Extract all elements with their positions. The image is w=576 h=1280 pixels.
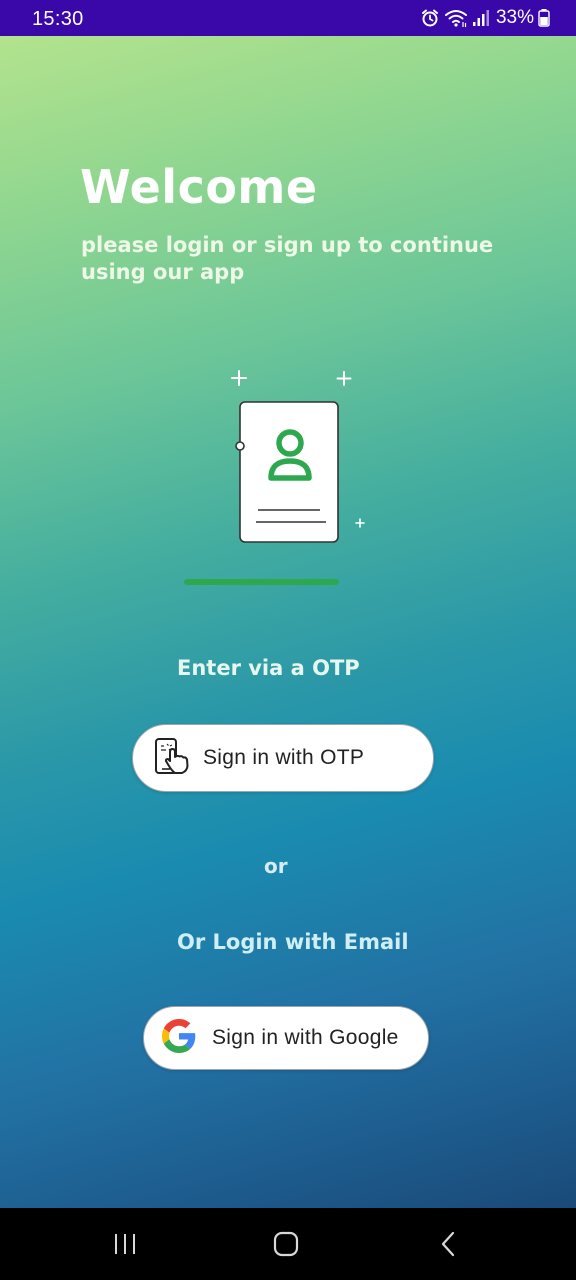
sign-in-google-label: Sign in with Google [212, 1026, 399, 1049]
status-bar: 15:30 33% [0, 0, 576, 36]
or-separator: or [264, 854, 288, 878]
user-id-card-icon [180, 366, 380, 596]
sign-in-otp-button[interactable]: Sign in with OTP [132, 724, 434, 792]
sign-in-google-button[interactable]: Sign in with Google [143, 1006, 429, 1070]
back-icon[interactable] [428, 1228, 468, 1260]
email-section-label: Or Login with Email [177, 930, 409, 954]
sign-in-otp-label: Sign in with OTP [203, 746, 365, 769]
status-time: 15:30 [32, 8, 84, 30]
battery-icon [538, 8, 550, 28]
welcome-subtitle: please login or sign up to continue usin… [81, 233, 494, 284]
welcome-title: Welcome [80, 160, 318, 214]
alarm-icon [420, 8, 440, 28]
phone-touch-icon [153, 735, 195, 781]
status-icons: 33% [420, 6, 550, 30]
welcome-screen: Welcome please login or sign up to conti… [0, 36, 576, 1208]
otp-section-label: Enter via a OTP [177, 656, 360, 680]
signal-icon [472, 8, 490, 28]
google-logo-icon [162, 1019, 196, 1057]
home-icon[interactable] [266, 1228, 306, 1260]
wifi-icon [444, 8, 468, 28]
battery-percent: 33% [495, 7, 534, 28]
recents-icon[interactable] [105, 1228, 145, 1260]
navigation-bar [0, 1208, 576, 1280]
